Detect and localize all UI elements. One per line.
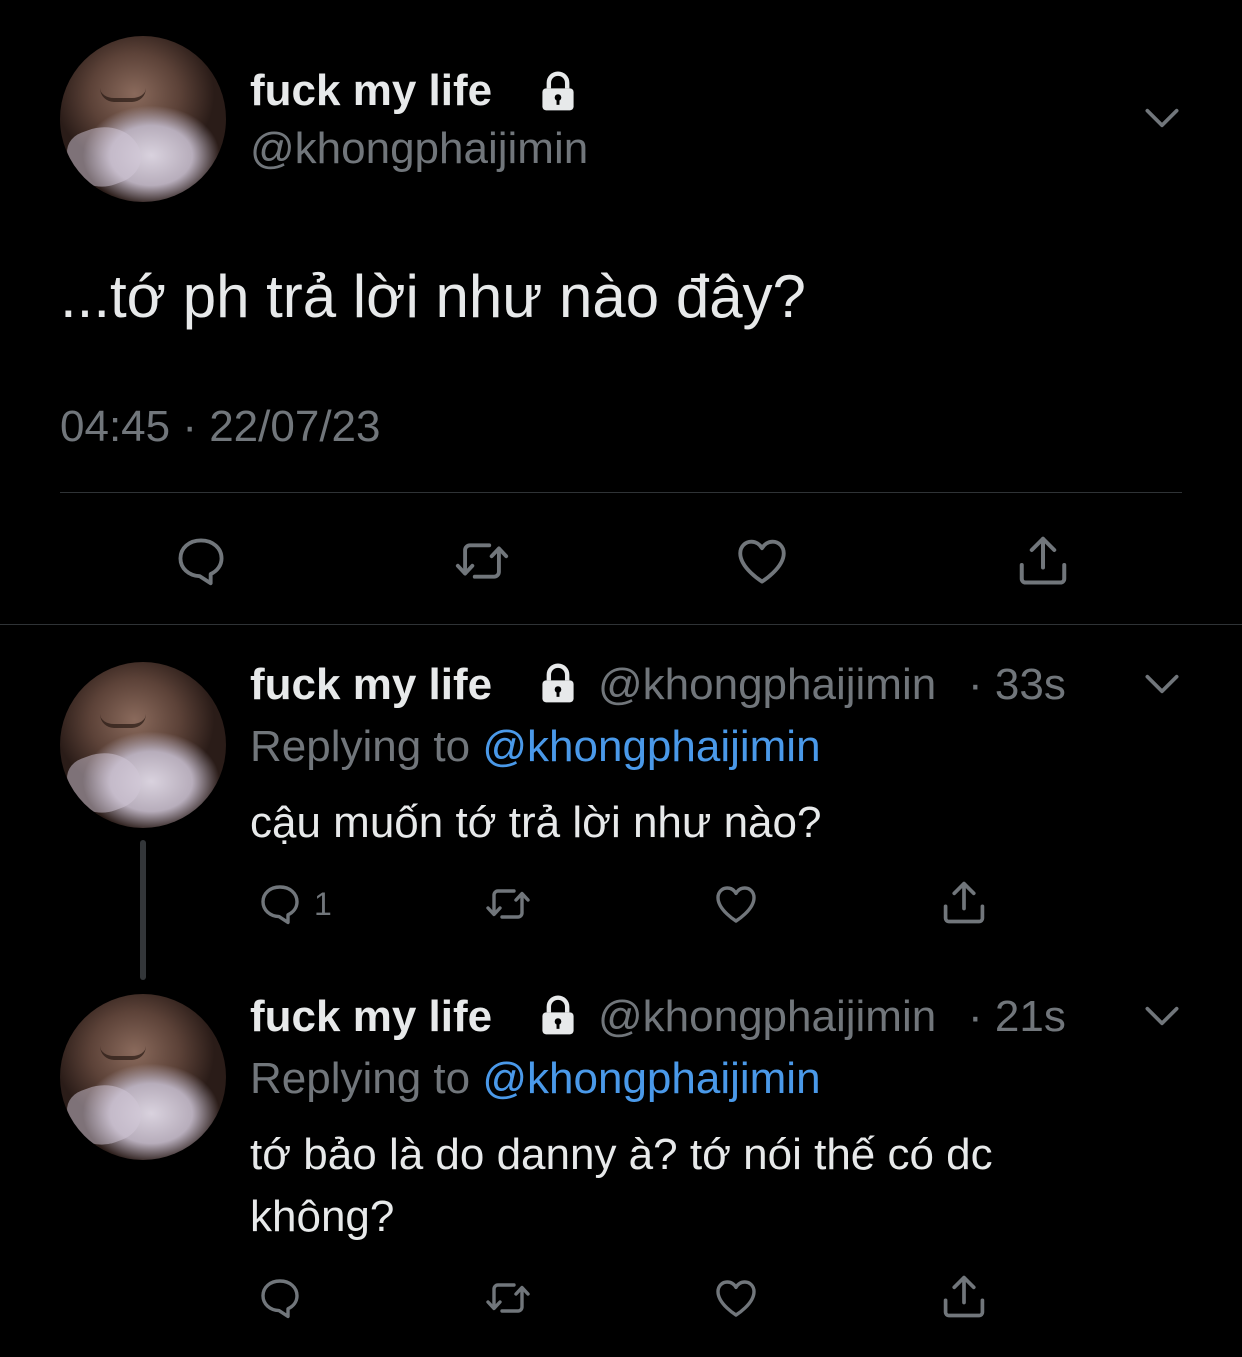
share-icon[interactable] bbox=[1012, 530, 1074, 590]
handle[interactable]: @khongphaijimin bbox=[598, 992, 936, 1042]
lock-icon bbox=[542, 663, 574, 703]
retweet-icon[interactable] bbox=[482, 1274, 534, 1322]
chevron-down-icon[interactable] bbox=[1140, 96, 1184, 140]
tweet-text: tớ bảo là do danny à? tớ nói thế có dc k… bbox=[250, 1124, 1150, 1248]
handle[interactable]: @khongphaijimin bbox=[598, 660, 936, 710]
thread-line bbox=[140, 840, 146, 980]
share-icon[interactable] bbox=[938, 876, 990, 928]
like-icon[interactable] bbox=[710, 1274, 762, 1322]
tweet-text-line: không? bbox=[250, 1192, 395, 1241]
reply-count: 1 bbox=[314, 886, 332, 922]
mention-link[interactable]: @khongphaijimin bbox=[482, 1054, 820, 1103]
reply-icon[interactable] bbox=[256, 1274, 304, 1322]
retweet-icon[interactable] bbox=[482, 880, 534, 928]
tweet-time[interactable]: · 33s bbox=[968, 660, 1066, 710]
replying-prefix: Replying to bbox=[250, 1054, 483, 1103]
avatar[interactable] bbox=[60, 662, 226, 828]
avatar[interactable] bbox=[60, 994, 226, 1160]
tweet-text: ...tớ ph trả lời như nào đây? bbox=[60, 263, 806, 330]
divider bbox=[0, 624, 1242, 625]
replying-prefix: Replying to bbox=[250, 722, 483, 771]
mention-link[interactable]: @khongphaijimin bbox=[482, 722, 820, 771]
tweet-timestamp[interactable]: 04:45 · 22/07/23 bbox=[60, 402, 380, 452]
reply-icon[interactable] bbox=[172, 532, 230, 590]
retweet-icon[interactable] bbox=[452, 532, 512, 590]
display-name[interactable]: fuck my life bbox=[250, 66, 492, 116]
chevron-down-icon[interactable] bbox=[1140, 662, 1184, 706]
share-icon[interactable] bbox=[938, 1270, 990, 1322]
tweet-text: cậu muốn tớ trả lời như nào? bbox=[250, 798, 822, 847]
lock-icon bbox=[542, 71, 574, 111]
chevron-down-icon[interactable] bbox=[1140, 994, 1184, 1038]
replying-to: Replying to @khongphaijimin bbox=[250, 722, 821, 772]
tweet-time[interactable]: · 21s bbox=[968, 992, 1066, 1042]
divider bbox=[60, 492, 1182, 493]
tweet-text-line: tớ bảo là do danny à? tớ nói thế có dc bbox=[250, 1130, 993, 1179]
lock-icon bbox=[542, 995, 574, 1035]
avatar[interactable] bbox=[60, 36, 226, 202]
replying-to: Replying to @khongphaijimin bbox=[250, 1054, 821, 1104]
reply-icon[interactable] bbox=[256, 880, 304, 928]
like-icon[interactable] bbox=[732, 532, 792, 590]
display-name[interactable]: fuck my life bbox=[250, 992, 492, 1042]
like-icon[interactable] bbox=[710, 880, 762, 928]
handle[interactable]: @khongphaijimin bbox=[250, 124, 588, 174]
display-name[interactable]: fuck my life bbox=[250, 660, 492, 710]
